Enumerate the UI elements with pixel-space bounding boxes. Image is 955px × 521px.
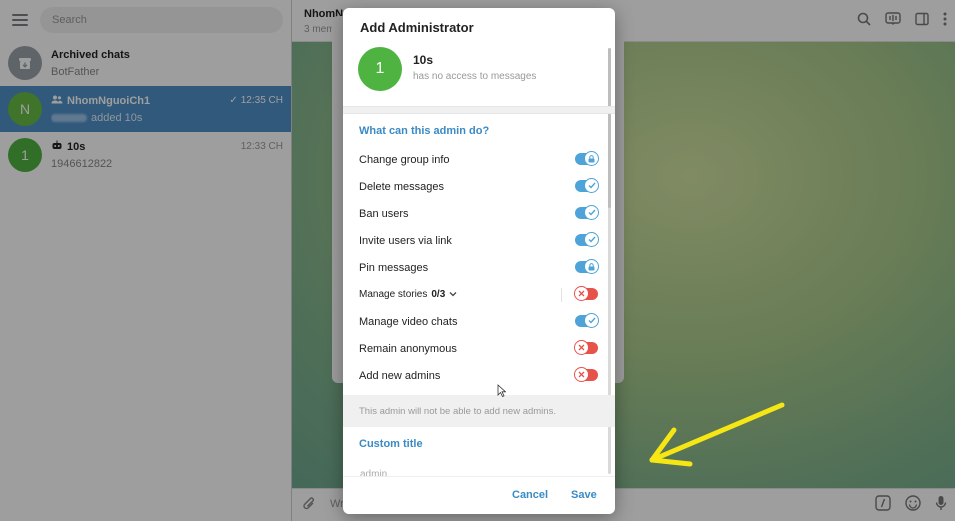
group-icon (51, 95, 63, 107)
perm-manage-video-chats[interactable]: Manage video chats (343, 308, 615, 335)
toggle-remain-anonymous[interactable] (574, 340, 598, 355)
toggle-delete-messages[interactable] (575, 178, 599, 193)
perm-label: Remain anonymous (359, 342, 457, 355)
divider (343, 106, 615, 114)
avatar: 1 (358, 47, 402, 91)
toggle-pin-messages[interactable] (575, 259, 599, 274)
perm-label: Delete messages (359, 180, 444, 193)
perm-label: Manage video chats (359, 315, 458, 328)
check-icon (584, 232, 599, 247)
more-icon[interactable] (943, 12, 947, 26)
cancel-button[interactable]: Cancel (512, 489, 548, 501)
toggle-manage-video-chats[interactable] (575, 313, 599, 328)
chat-header-subtitle: 3 mem (304, 24, 335, 35)
user-name: 10s (413, 53, 434, 67)
chat-item-nhomnguoich1[interactable]: N NhomNguoiCh1 added 10s ✓ 12:35 CH (0, 86, 291, 132)
dialog-content: 1 10s has no access to messages What can… (343, 44, 615, 476)
toggle-change-group-info[interactable] (575, 151, 599, 166)
perm-remain-anonymous[interactable]: Remain anonymous (343, 335, 615, 362)
toggle-ban-users[interactable] (575, 205, 599, 220)
chat-item-10s[interactable]: 1 10s 1946612822 12:33 CH (0, 132, 291, 178)
toggle-add-new-admins[interactable] (574, 367, 598, 382)
live-stream-icon[interactable] (885, 12, 901, 26)
annotation-arrow-icon (640, 400, 790, 473)
admin-user-info: 1 10s has no access to messages (343, 44, 615, 106)
perm-label: Manage stories (359, 289, 428, 300)
chat-title: Archived chats (51, 48, 130, 61)
toggle-invite-users[interactable] (575, 232, 599, 247)
chat-title: 10s (67, 140, 86, 153)
chat-time: 12:35 CH (240, 95, 283, 106)
lock-icon (584, 151, 599, 166)
perm-label: Change group info (359, 153, 450, 166)
close-icon (574, 367, 589, 382)
chat-list-panel: Search Archived chats BotFather N NhomNg… (0, 0, 292, 521)
check-icon (584, 178, 599, 193)
custom-title-label: Custom title (359, 438, 423, 450)
chat-time: 12:33 CH (240, 141, 283, 152)
check-icon (584, 205, 599, 220)
perm-label: Invite users via link (359, 234, 452, 247)
archive-icon (8, 46, 42, 80)
emoji-icon[interactable] (905, 495, 921, 514)
chat-subtitle: 1946612822 (51, 158, 113, 170)
add-administrator-dialog: Add Administrator 1 10s has no access to… (343, 8, 615, 514)
microphone-icon[interactable] (935, 495, 947, 514)
chat-list-topbar: Search (0, 0, 291, 40)
commands-icon[interactable] (875, 495, 891, 514)
search-input[interactable]: Search (40, 7, 283, 33)
divider (561, 288, 562, 302)
toggle-manage-stories[interactable] (574, 286, 598, 301)
chat-subtitle: BotFather (51, 65, 100, 78)
custom-title-input[interactable]: admin (343, 457, 601, 476)
chat-subtitle: added 10s (91, 111, 143, 124)
perm-delete-messages[interactable]: Delete messages (343, 173, 615, 200)
check-icon (584, 313, 599, 328)
avatar: 1 (8, 138, 42, 172)
chat-item-archived[interactable]: Archived chats BotFather (0, 40, 291, 86)
read-check-icon: ✓ (229, 95, 238, 106)
menu-icon[interactable] (12, 14, 28, 26)
mouse-cursor-icon (497, 384, 507, 400)
avatar: N (8, 92, 42, 126)
dialog-title: Add Administrator (360, 20, 474, 35)
perm-ban-users[interactable]: Ban users (343, 200, 615, 227)
chevron-down-icon[interactable] (449, 289, 457, 300)
attach-icon[interactable] (302, 496, 316, 515)
perm-pin-messages[interactable]: Pin messages (343, 254, 615, 281)
add-admins-hint: This admin will not be able to add new a… (343, 395, 615, 427)
save-button[interactable]: Save (571, 489, 597, 501)
search-icon[interactable] (857, 12, 871, 26)
perm-label: Ban users (359, 207, 409, 220)
user-status: has no access to messages (413, 71, 537, 82)
perm-manage-stories[interactable]: Manage stories 0/3 (343, 281, 615, 308)
sidebar-toggle-icon[interactable] (915, 12, 929, 26)
chat-title: NhomNguoiCh1 (67, 94, 151, 107)
perm-label: Pin messages (359, 261, 429, 274)
bot-icon (51, 140, 63, 153)
redacted-name (51, 113, 87, 122)
perm-change-group-info[interactable]: Change group info (343, 146, 615, 173)
lock-icon (584, 259, 599, 274)
perm-add-new-admins[interactable]: Add new admins (343, 362, 615, 389)
message-input[interactable]: Wr (330, 498, 344, 510)
perm-label: Add new admins (359, 369, 441, 382)
close-icon (574, 286, 589, 301)
dialog-footer: Cancel Save (343, 476, 615, 514)
permissions-section-title: What can this admin do? (359, 125, 490, 137)
perm-invite-users[interactable]: Invite users via link (343, 227, 615, 254)
close-icon (574, 340, 589, 355)
stories-count: 0/3 (431, 289, 446, 300)
